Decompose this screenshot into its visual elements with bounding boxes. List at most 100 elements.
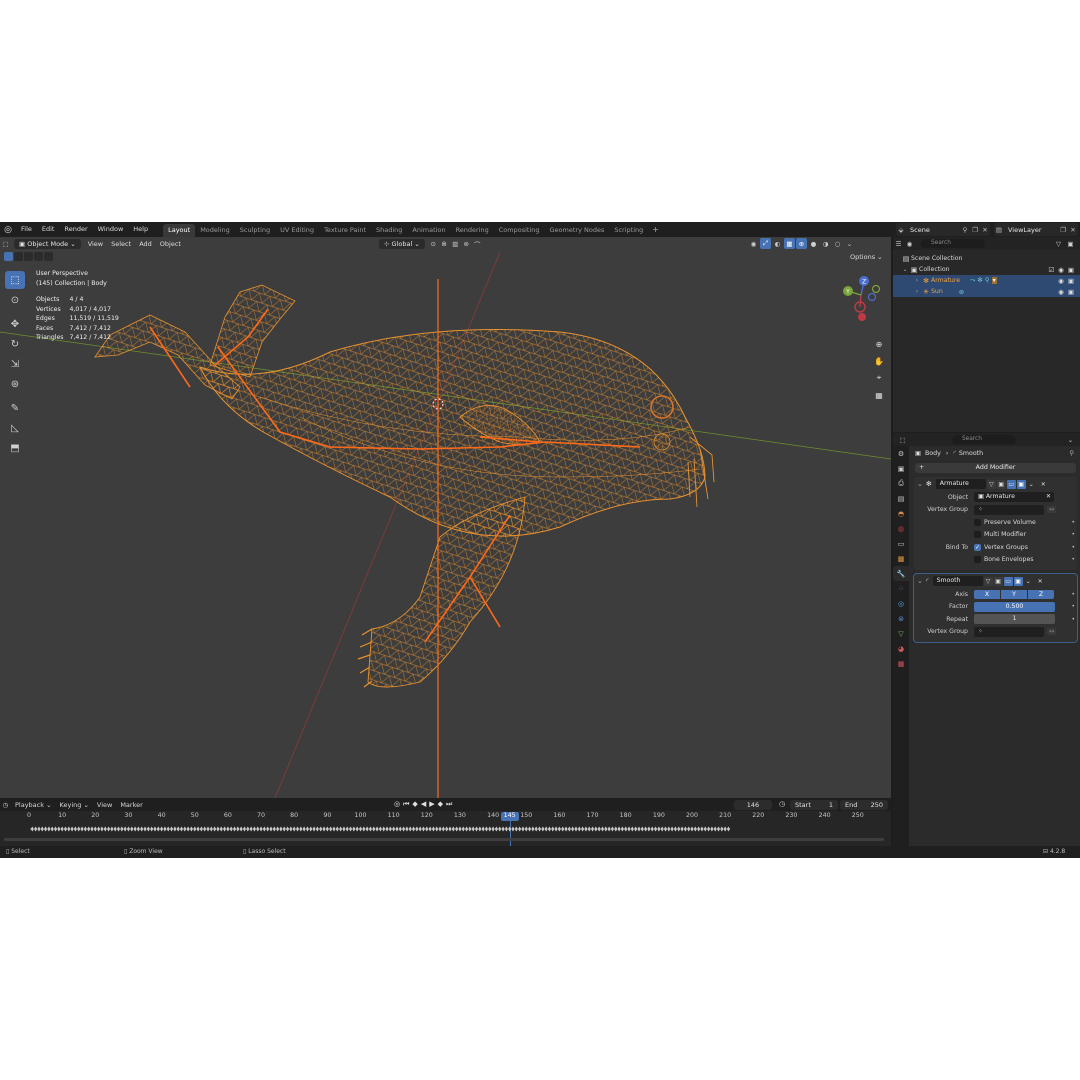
keyframe-marker[interactable] [176, 826, 180, 832]
editor-type-icon[interactable]: ⬚ [0, 238, 11, 249]
keyframe-marker[interactable] [673, 826, 678, 832]
keyframe-marker[interactable] [53, 826, 58, 832]
output-tab-icon[interactable]: ⎙ [893, 476, 909, 491]
keyframe-marker[interactable] [378, 826, 382, 832]
keyframe-marker[interactable] [259, 826, 263, 832]
keyframe-marker[interactable] [130, 826, 134, 832]
axis-z-toggle[interactable]: Z [1028, 589, 1054, 599]
keyframe-marker[interactable] [120, 826, 124, 832]
rendered-shading-icon[interactable]: ○ [832, 238, 843, 249]
outliner-sun[interactable]: › ☀ Sun ⊛ ◉ ▣ [893, 286, 1080, 297]
keyframe-marker[interactable] [206, 826, 210, 832]
keyframe-marker[interactable] [375, 826, 379, 832]
select-extend-icon[interactable] [14, 252, 23, 261]
playhead-frame-label[interactable]: 145 [500, 812, 519, 821]
expand-icon[interactable]: › [913, 277, 921, 284]
keyframe-marker[interactable] [34, 826, 38, 832]
close-icon[interactable]: ✕ [1036, 577, 1045, 586]
keyframe-marker[interactable] [67, 826, 71, 832]
mode-dropdown[interactable]: ▣ Object Mode ⌄ [14, 238, 81, 249]
keyframe-marker[interactable] [720, 826, 724, 832]
edit-cage-icon[interactable]: ▽ [986, 479, 996, 489]
keyframe-marker[interactable] [146, 826, 150, 832]
keyframe-marker[interactable] [83, 826, 87, 832]
keyframe-marker[interactable] [150, 826, 154, 832]
play-icon[interactable]: ▶ [429, 800, 434, 809]
bone-envelopes-checkbox[interactable] [974, 556, 981, 564]
view-layer-name[interactable]: ViewLayer [1004, 226, 1058, 234]
menu-help[interactable]: Help [128, 222, 153, 237]
chevron-down-icon[interactable]: ⌄ [1024, 577, 1033, 586]
keyframe-marker[interactable] [388, 826, 392, 832]
pin-icon[interactable]: ⚲ [960, 226, 970, 234]
render-icon[interactable]: ▣ [1016, 479, 1026, 489]
keyframe-marker[interactable] [551, 826, 555, 832]
keyframe-marker[interactable] [481, 826, 485, 832]
keyframe-marker[interactable] [143, 826, 147, 832]
outliner-scene-collection[interactable]: ▤ Scene Collection [893, 253, 1080, 264]
tab-compositing[interactable]: Compositing [494, 224, 545, 237]
keyframe-marker[interactable] [488, 826, 492, 832]
keyframe-marker[interactable] [653, 826, 658, 832]
keyframe-marker[interactable] [368, 826, 373, 832]
keyframe-marker[interactable] [269, 826, 273, 832]
keyframe-marker[interactable] [163, 826, 167, 832]
shading-options-icon[interactable]: ⌄ [844, 238, 855, 249]
axis-y-toggle[interactable]: Y [1001, 589, 1027, 599]
texture-tab-icon[interactable]: ▦ [893, 656, 909, 671]
keyframe-marker[interactable] [196, 826, 200, 832]
keyframe-marker[interactable] [491, 826, 495, 832]
keyframe-marker[interactable] [716, 826, 721, 832]
keyframe-marker[interactable] [352, 826, 356, 832]
keyframe-marker[interactable] [561, 826, 565, 832]
keyframe-marker[interactable] [140, 826, 144, 832]
repeat-field[interactable]: 1 [974, 614, 1055, 625]
filter-icon[interactable]: ▽ [1053, 238, 1064, 249]
eye-icon[interactable]: ◉ [1058, 266, 1064, 274]
keyframe-marker[interactable] [40, 826, 44, 832]
keyframe-marker[interactable] [173, 826, 177, 832]
realtime-icon[interactable]: ▭ [1003, 576, 1013, 586]
keyframe-marker[interactable] [335, 826, 339, 832]
keyframe-marker[interactable] [249, 826, 253, 832]
keyframe-marker[interactable] [478, 826, 482, 832]
keyframe-marker[interactable] [312, 826, 316, 832]
keyframe-marker[interactable] [617, 826, 621, 832]
factor-slider[interactable]: 0.500 [974, 601, 1055, 612]
keyframe-dot-icon[interactable]: • [1071, 616, 1075, 623]
cursor-icon[interactable]: ⊙ [5, 291, 25, 309]
tab-rendering[interactable]: Rendering [451, 224, 494, 237]
keyframe-marker[interactable] [103, 826, 107, 832]
keyframe-marker[interactable] [133, 826, 137, 832]
keyframe-marker[interactable] [703, 826, 707, 832]
keyframe-marker[interactable] [594, 826, 598, 832]
keyframe-marker[interactable] [209, 826, 213, 832]
keyframe-marker[interactable] [93, 826, 97, 832]
keyframe-marker[interactable] [527, 826, 532, 832]
neg-z-axis-handle[interactable] [867, 292, 877, 302]
keyframe-marker[interactable] [448, 826, 452, 832]
keyframe-marker[interactable] [236, 826, 240, 832]
neg-y-axis-handle[interactable] [871, 284, 881, 294]
data-tab-icon[interactable]: ▽ [893, 626, 909, 641]
keyframe-marker[interactable] [590, 826, 595, 832]
keyframe-marker[interactable] [43, 826, 48, 832]
keyframe-marker[interactable] [169, 826, 174, 832]
clock-icon[interactable]: ◷ [0, 799, 11, 810]
keyframe-marker[interactable] [501, 826, 505, 832]
tab-shading[interactable]: Shading [371, 224, 407, 237]
scene-name[interactable]: Scene [906, 226, 960, 234]
keyframe-marker[interactable] [660, 826, 664, 832]
pan-hand-icon[interactable]: ✋ [872, 354, 886, 368]
outliner-search-input[interactable]: Search [921, 239, 985, 248]
keyframe-marker[interactable] [474, 826, 479, 832]
tab-uv-editing[interactable]: UV Editing [275, 224, 319, 237]
keyframe-marker[interactable] [395, 826, 399, 832]
smooth-vertex-group-field[interactable]: ⁘ [974, 626, 1044, 637]
outliner-armature[interactable]: › ✻ Armature ⤳ ✻ ⚲ ▾ ◉ ▣ [893, 275, 1080, 286]
keyframe-marker[interactable] [607, 826, 611, 832]
keyframe-marker[interactable] [272, 826, 276, 832]
invert-icon[interactable]: ↔ [1047, 506, 1057, 514]
eye-icon[interactable]: ◉ [1058, 288, 1064, 296]
keyframe-marker[interactable] [398, 826, 402, 832]
